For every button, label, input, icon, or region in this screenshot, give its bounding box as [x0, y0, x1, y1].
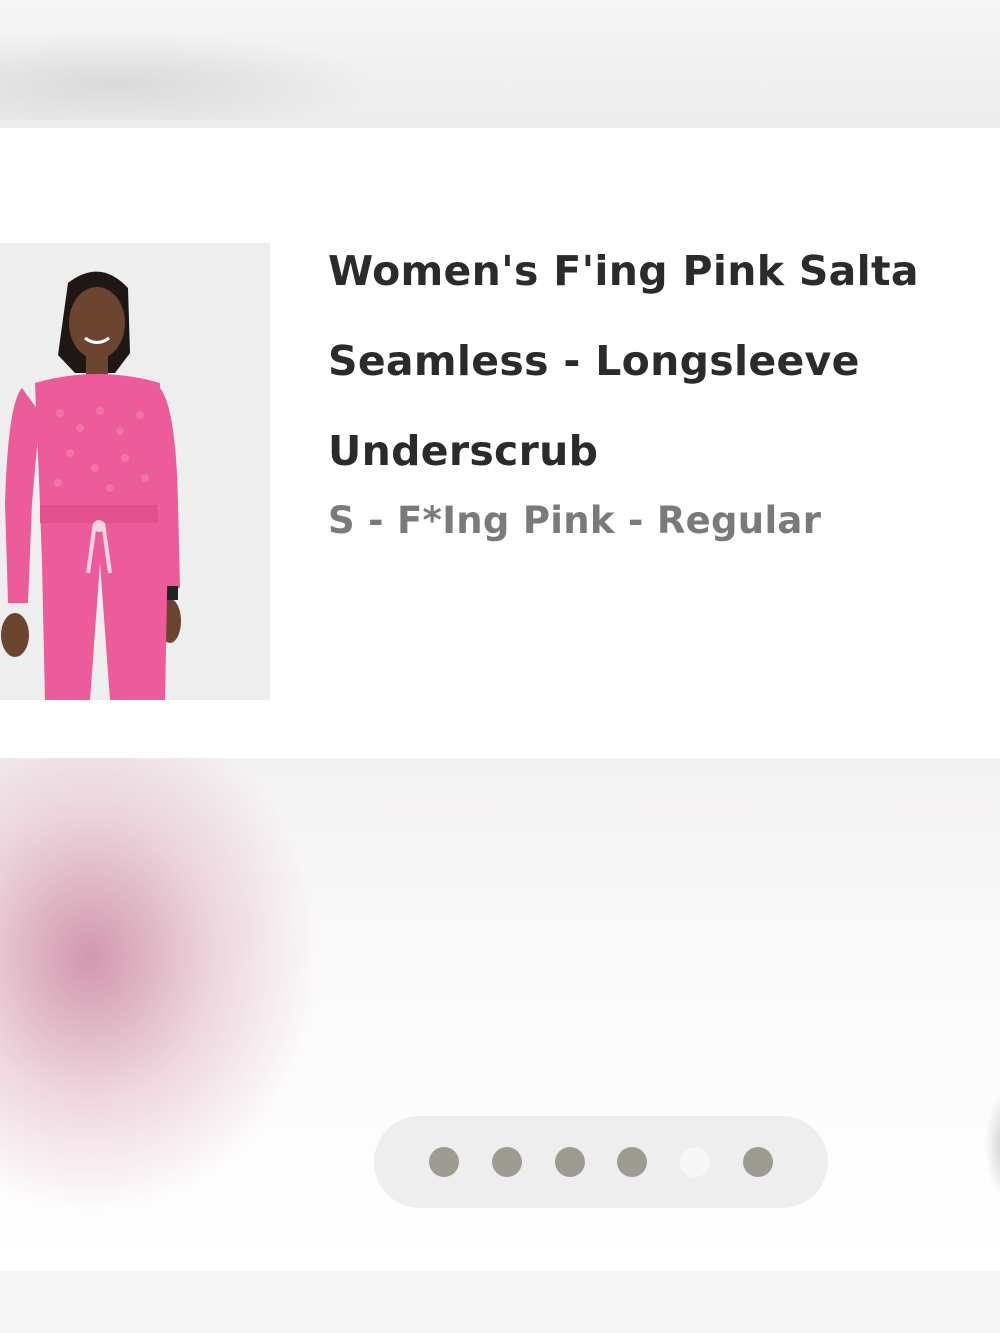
- product-photo: [0, 243, 270, 700]
- product-variant: S - F*Ing Pink - Regular: [328, 499, 822, 542]
- pager-dot[interactable]: [743, 1147, 773, 1177]
- pager-dot[interactable]: [555, 1147, 585, 1177]
- pager-dot-active[interactable]: [680, 1147, 710, 1177]
- pager-dot[interactable]: [617, 1147, 647, 1177]
- top-blurred-band: [0, 0, 1000, 128]
- pager-dot[interactable]: [429, 1147, 459, 1177]
- pager-dot[interactable]: [492, 1147, 522, 1177]
- bottom-band: [0, 1270, 1000, 1333]
- product-title-line-2[interactable]: Seamless - Longsleeve: [328, 336, 860, 386]
- product-thumbnail[interactable]: [0, 243, 270, 700]
- product-title-line-3[interactable]: Underscrub: [328, 426, 598, 476]
- edge-shadow: [985, 1090, 1000, 1200]
- product-title-line-1[interactable]: Women's F'ing Pink Salta: [328, 246, 919, 296]
- product-card[interactable]: Women's F'ing Pink Salta Seamless - Long…: [0, 128, 1000, 758]
- carousel-pager[interactable]: [374, 1116, 828, 1208]
